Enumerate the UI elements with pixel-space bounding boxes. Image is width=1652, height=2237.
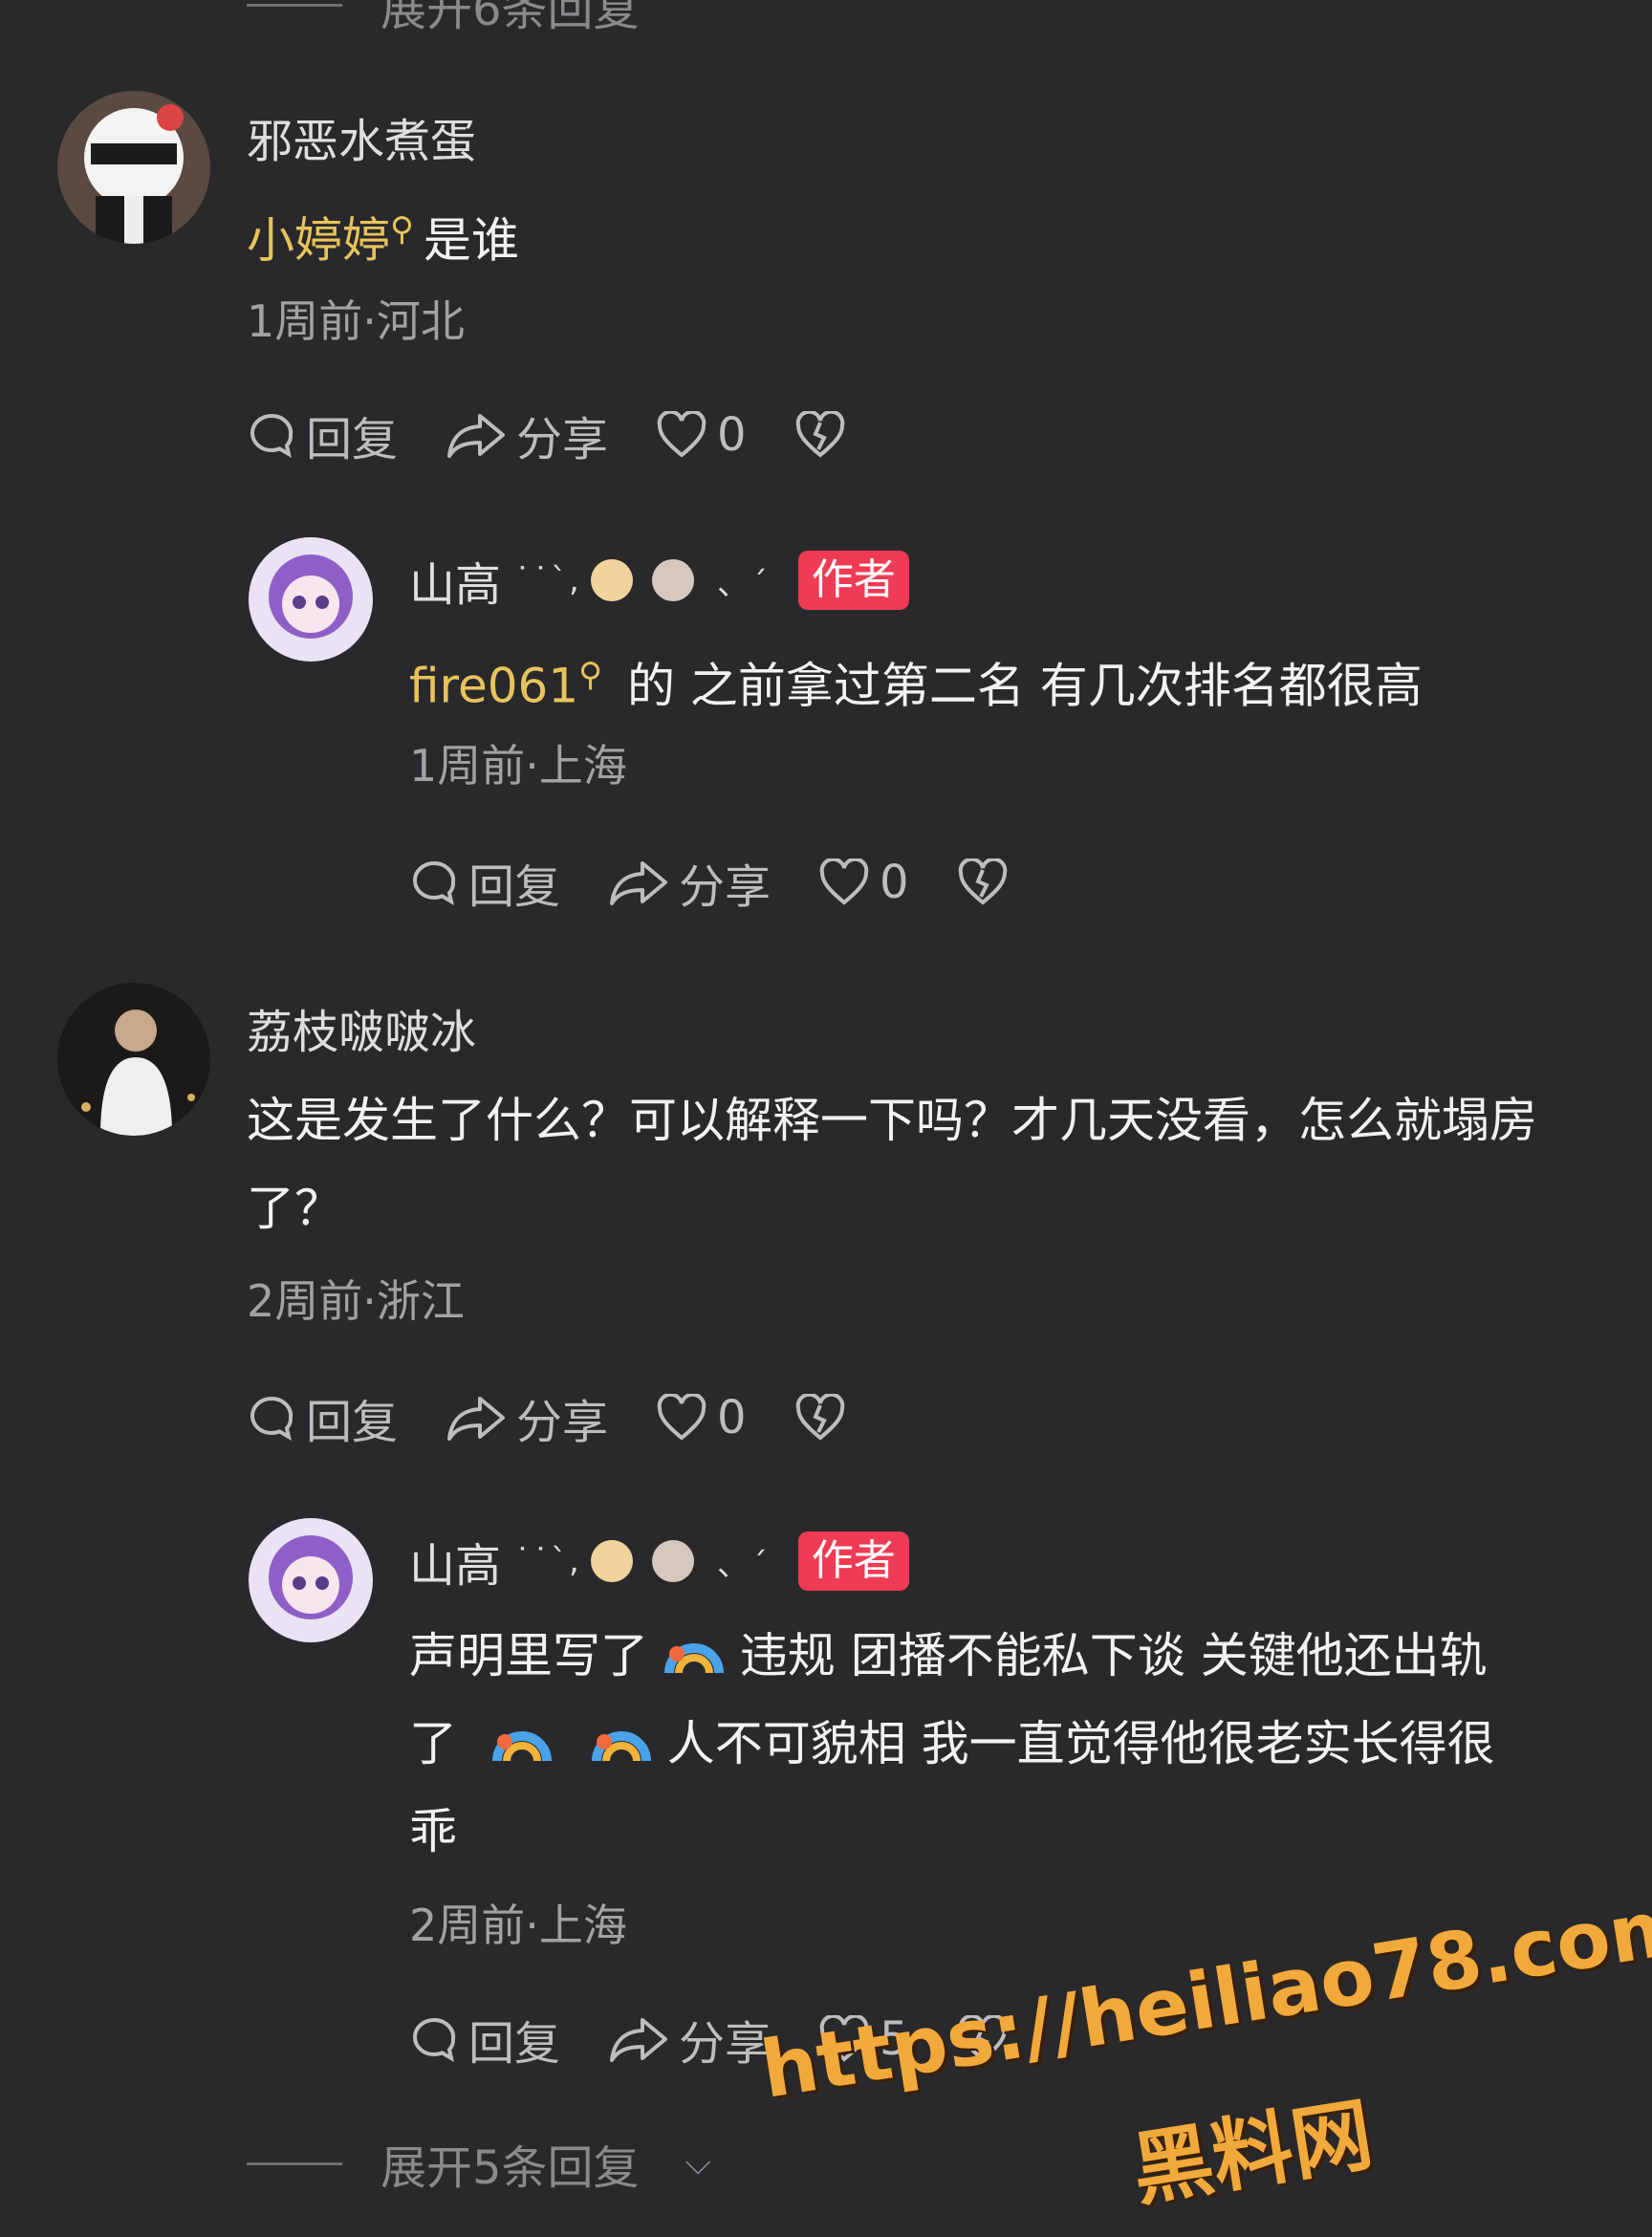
reply-button[interactable]: 回复 (409, 849, 560, 916)
rainbow-sticker-icon (591, 1730, 651, 1761)
share-arrow-icon (610, 861, 668, 905)
divider-line (247, 3, 342, 7)
avatar[interactable] (57, 983, 210, 1136)
search-icon: ⚲ (578, 656, 603, 694)
comment-bubble-icon (413, 860, 456, 906)
divider-line (247, 2161, 342, 2165)
reply-button[interactable]: 回复 (247, 1384, 398, 1451)
comment-meta: 1周前·上海 (409, 740, 627, 792)
comment-text: fire061⚲ 的 之前拿过第二名 有几次排名都很高 (409, 631, 1423, 730)
heart-icon (657, 411, 706, 458)
reply-button[interactable]: 回复 (247, 402, 398, 468)
avatar[interactable] (249, 1518, 373, 1642)
username[interactable]: 山高 (409, 1528, 501, 1595)
author-badge: 作者 (797, 1531, 909, 1591)
reply-button[interactable]: 回复 (409, 2006, 560, 2073)
username[interactable]: 邪恶水煮蛋 (247, 103, 476, 170)
share-button[interactable]: 分享 (446, 1384, 608, 1451)
share-arrow-icon (610, 2018, 668, 2062)
broken-heart-icon (958, 858, 1007, 905)
username-row: 山高 ˙˙`, 、´ 作者 (409, 547, 909, 614)
author-badge: 作者 (797, 551, 909, 610)
like-button[interactable]: 0 (656, 408, 747, 462)
share-arrow-icon (447, 1397, 506, 1441)
like-button[interactable]: 0 (818, 856, 909, 909)
avatar[interactable] (57, 91, 210, 244)
mention-link[interactable]: 小婷婷 (247, 213, 390, 269)
like-button[interactable]: 0 (656, 1391, 747, 1444)
watermark-url: https://heiliao78.com (755, 1879, 1652, 2117)
comment-meta: 2周前·浙江 (247, 1275, 465, 1327)
comment-meta: 1周前·河北 (247, 295, 465, 347)
cake-icon (651, 1540, 694, 1582)
like-count: 0 (717, 408, 747, 462)
comment-text: 这是发生了什么？可以解释一下吗？才几天没看，怎么就塌房了？ (247, 1093, 1537, 1236)
decoration-symbols: ˙˙`, (514, 1542, 581, 1580)
decoration-symbols: ˙˙`, (514, 561, 581, 599)
chevron-down-icon: ⌵ (685, 2143, 711, 2183)
rainbow-sticker-icon (663, 1642, 724, 1673)
watermark-site-name: 黑料网 (1125, 2087, 1380, 2218)
share-button[interactable]: 分享 (446, 402, 608, 468)
comment-text: 小婷婷⚲ 是谁 (247, 185, 519, 285)
like-count: 0 (717, 1391, 747, 1444)
expand-replies-label: 展开6条回复 (380, 0, 640, 36)
comment-body: 的 之前拿过第二名 有几次排名都很高 (626, 658, 1423, 714)
share-arrow-icon (447, 414, 506, 458)
dislike-button[interactable] (957, 858, 1009, 906)
username[interactable]: 荔枝啵啵冰 (247, 994, 476, 1061)
comment-actions: 回复 分享 0 (247, 402, 846, 468)
username-row: 山高 ˙˙`, 、´ 作者 (409, 1528, 909, 1595)
comment-bubble-icon (250, 413, 293, 459)
comment-actions: 回复 分享 0 (247, 1384, 846, 1451)
like-count: 0 (880, 856, 909, 909)
broken-heart-icon (795, 1394, 844, 1441)
comment-bubble-icon (413, 2017, 456, 2063)
decoration-symbols: 、´ (716, 564, 770, 603)
cupcake-icon (590, 559, 633, 601)
search-icon: ⚲ (390, 210, 414, 249)
avatar[interactable] (249, 537, 373, 662)
comment-bubble-icon (250, 1396, 293, 1442)
mention-link[interactable]: fire061 (409, 659, 578, 714)
comment-body: 是谁 (423, 212, 519, 269)
rainbow-sticker-icon (491, 1730, 552, 1761)
heart-icon (819, 858, 869, 905)
share-button[interactable]: 分享 (608, 2006, 771, 2073)
cupcake-icon (590, 1540, 633, 1582)
comment-actions: 回复 分享 0 (409, 849, 1009, 916)
dislike-button[interactable] (794, 1394, 846, 1442)
expand-replies-bottom[interactable]: 展开5条回复 ⌵ (247, 2130, 711, 2197)
comment-text: 声明里写了 违规 团播不能私下谈 关键他还出轨 了 人不可貌相 我一直觉得他很老… (409, 1628, 1495, 1859)
expand-replies-label: 展开5条回复 (380, 2141, 640, 2195)
cake-icon (651, 559, 694, 601)
expand-replies-top[interactable]: 展开6条回复 (247, 0, 640, 38)
heart-icon (657, 1394, 706, 1441)
dislike-button[interactable] (794, 411, 846, 459)
username[interactable]: 山高 (409, 547, 501, 614)
decoration-symbols: 、´ (716, 1545, 770, 1584)
share-button[interactable]: 分享 (608, 849, 771, 916)
broken-heart-icon (795, 411, 844, 458)
comment-meta: 2周前·上海 (409, 1900, 627, 1951)
